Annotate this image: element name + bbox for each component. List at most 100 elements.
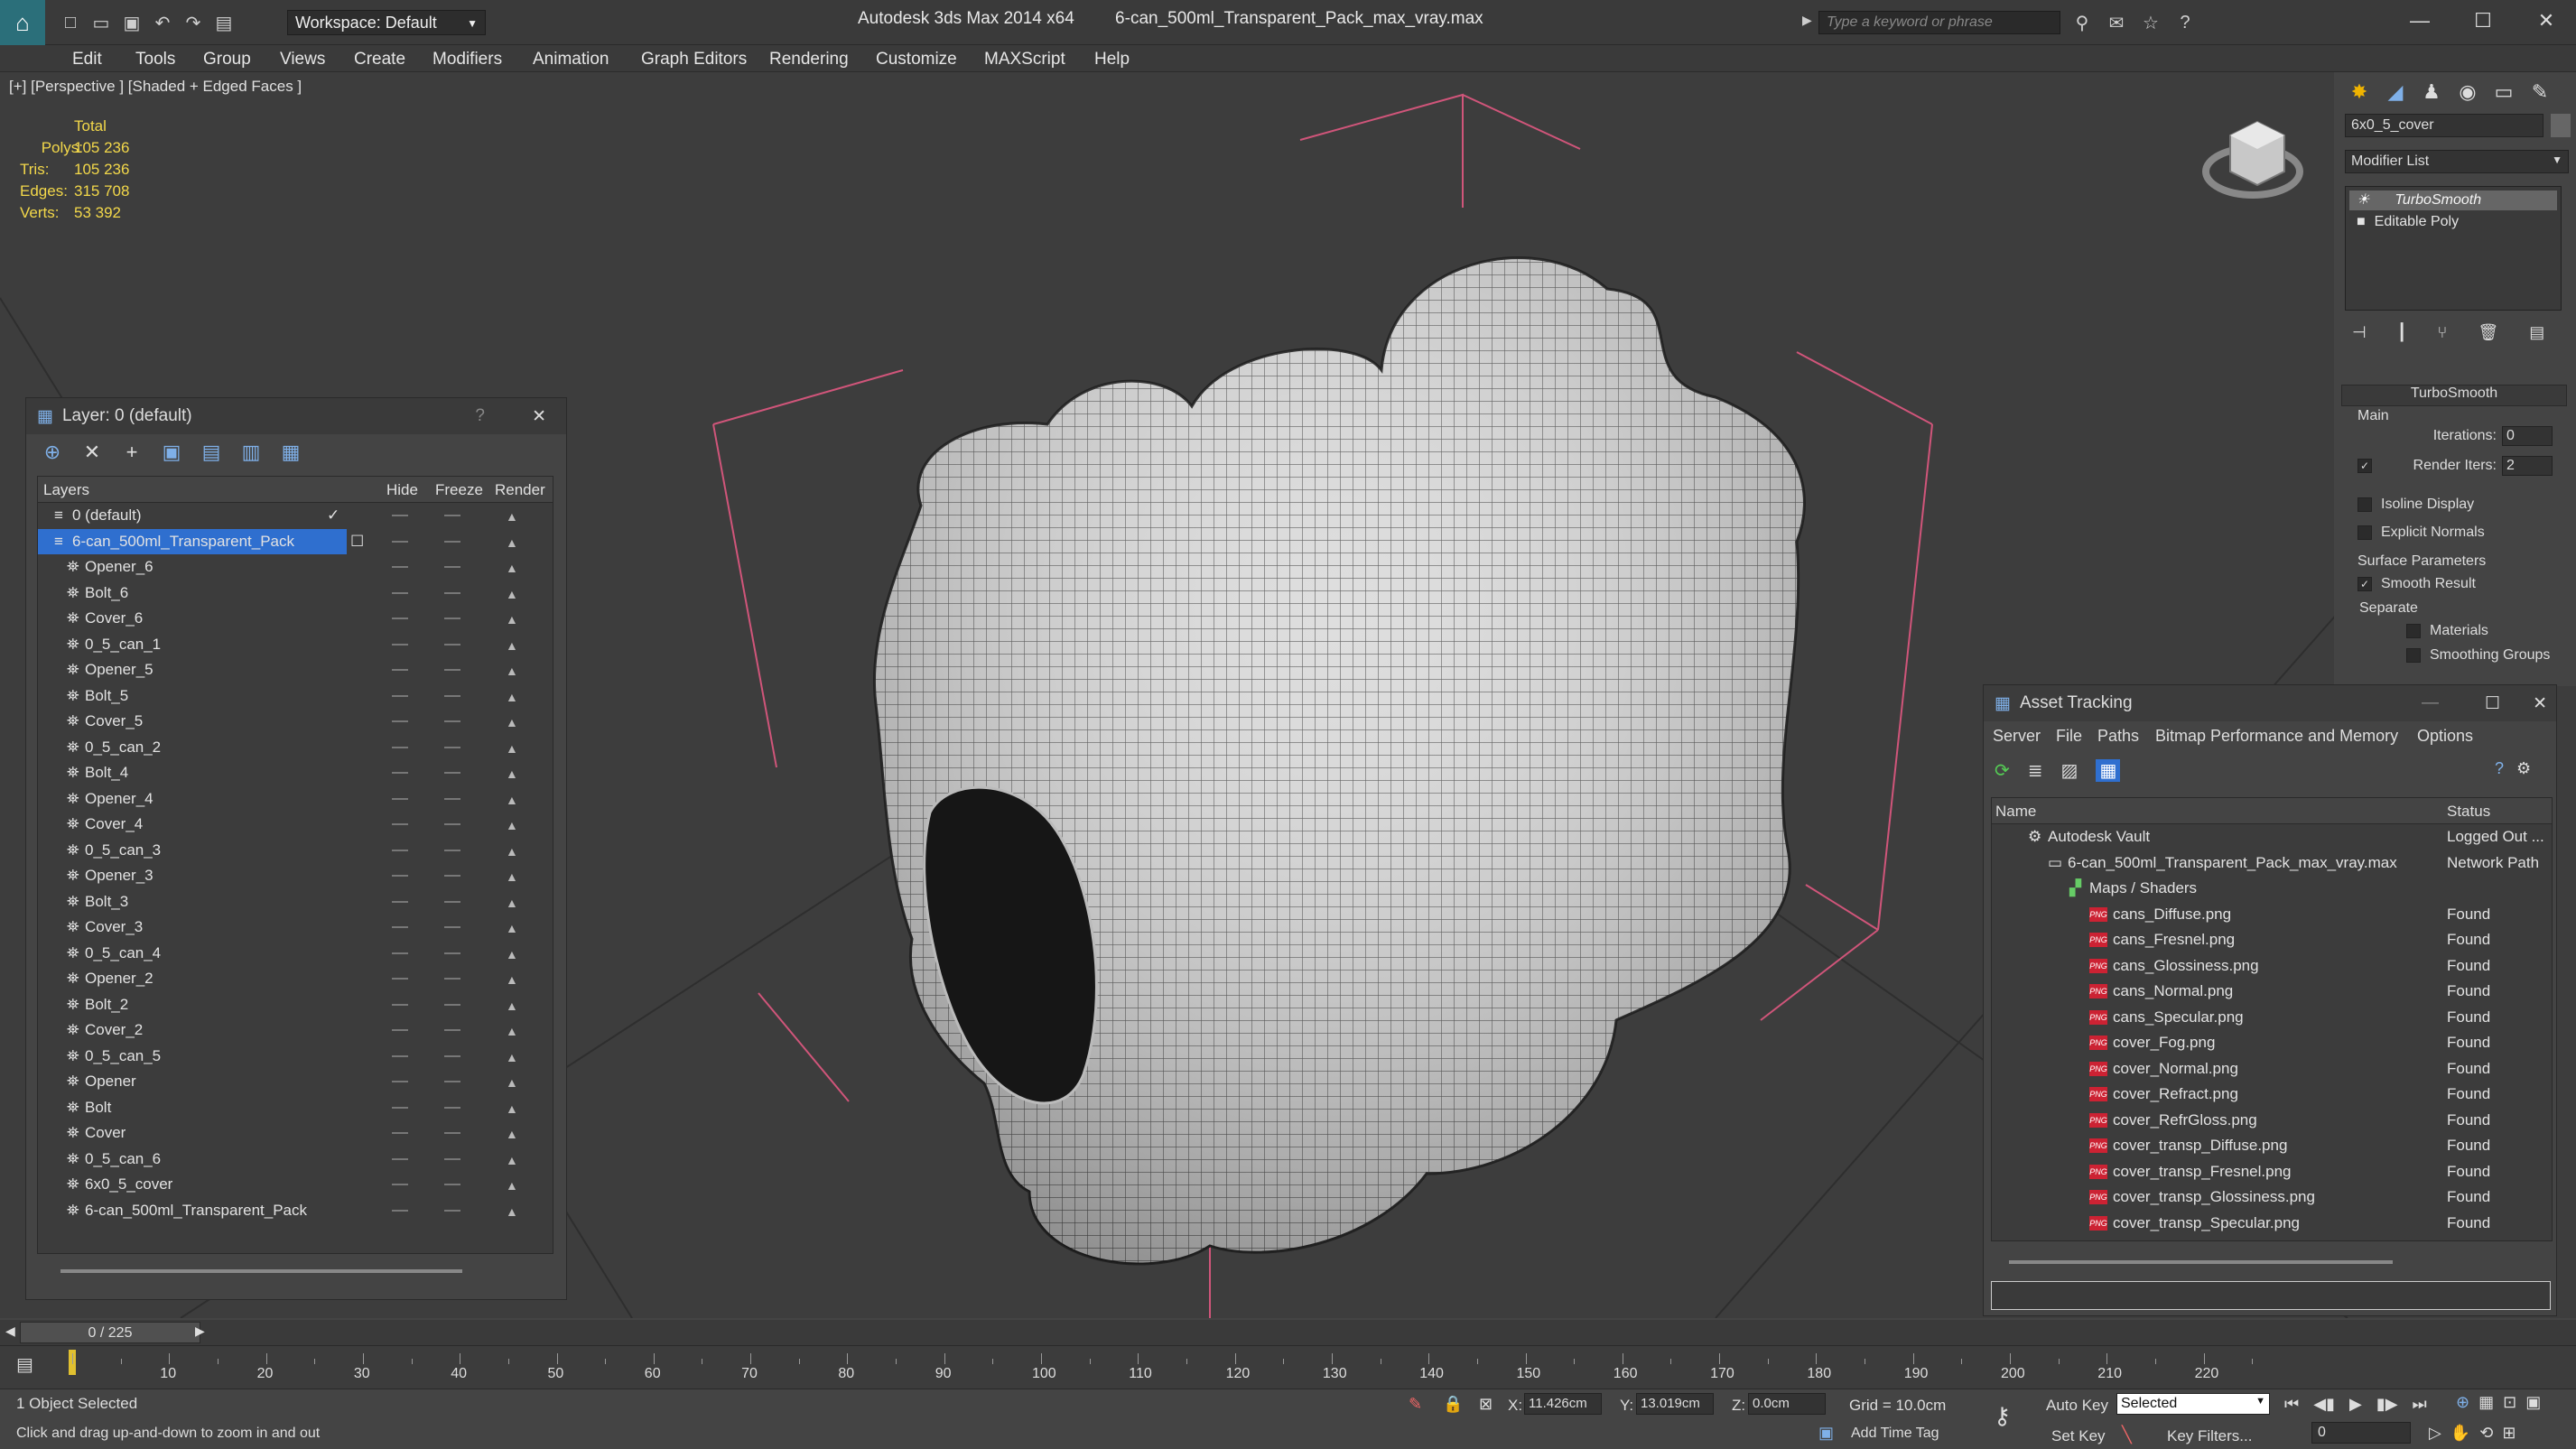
asset-row[interactable]: PNG cover_transp_Glossiness.png Found	[1992, 1184, 2552, 1211]
set-active-box-icon[interactable]: ☐	[350, 533, 364, 551]
menu-modifiers[interactable]: Modifiers	[432, 50, 502, 70]
previous-key-icon[interactable]: ◀▮	[2313, 1395, 2335, 1414]
modify-tab-icon[interactable]: ◢	[2377, 76, 2413, 108]
layer-row[interactable]: ⛯ Opener_3 ▲	[38, 863, 553, 889]
asset-row-max-file[interactable]: ▭ 6-can_500ml_Transparent_Pack_max_vray.…	[1992, 850, 2552, 877]
explicit-normals-checkbox[interactable]: Explicit Normals	[2357, 525, 2485, 541]
asset-path-field[interactable]	[1991, 1281, 2551, 1310]
hide-toggle[interactable]	[392, 1157, 408, 1160]
asset-row[interactable]: PNG cans_Diffuse.png Found	[1992, 902, 2552, 928]
open-file-icon[interactable]: ▭	[88, 10, 114, 35]
set-key-button[interactable]: Set Key	[2051, 1427, 2106, 1445]
highlight-layer-icon[interactable]: ▤	[200, 441, 223, 464]
render-teapot-icon[interactable]: ▲	[506, 844, 518, 859]
layer-row[interactable]: ⛯ Bolt_2 ▲	[38, 992, 553, 1018]
layer-row[interactable]: ⛯ 6x0_5_cover ▲	[38, 1172, 553, 1198]
hide-toggle[interactable]	[392, 1132, 408, 1134]
render-iters-spinner[interactable]: 2	[2502, 456, 2553, 476]
hide-toggle[interactable]	[392, 772, 408, 774]
render-teapot-icon[interactable]: ▲	[506, 896, 518, 910]
lightbulb-icon[interactable]: ☀	[2357, 192, 2369, 208]
object-name-field[interactable]: 6x0_5_cover	[2345, 114, 2543, 137]
asset-horizontal-scrollbar[interactable]	[2009, 1260, 2393, 1264]
freeze-toggle[interactable]	[444, 669, 460, 671]
time-slider-thumb[interactable]: 0 / 225	[20, 1322, 200, 1343]
layer-panel-header[interactable]: ▦ Layer: 0 (default) ? ✕	[26, 398, 566, 434]
asset-row[interactable]: PNG cover_transp_Diffuse.png Found	[1992, 1133, 2552, 1159]
render-teapot-icon[interactable]: ▲	[506, 818, 518, 832]
hide-toggle[interactable]	[392, 823, 408, 825]
menu-tools[interactable]: Tools	[135, 50, 175, 70]
freeze-toggle[interactable]	[444, 1209, 460, 1212]
asset-menu-bitmap[interactable]: Bitmap Performance and Memory	[2155, 727, 2398, 746]
go-to-end-icon[interactable]: ⏭	[2413, 1395, 2427, 1414]
layer-row[interactable]: ⛯ Cover ▲	[38, 1120, 553, 1147]
stack-item-turbosmooth[interactable]: ☀ TurboSmooth	[2349, 190, 2557, 210]
search-input[interactable]: Type a keyword or phrase	[1818, 11, 2060, 34]
freeze-toggle[interactable]	[444, 1081, 460, 1082]
hide-toggle[interactable]	[392, 566, 408, 568]
menu-graph-editors[interactable]: Graph Editors	[641, 50, 747, 70]
freeze-toggle[interactable]	[444, 720, 460, 722]
freeze-toggle[interactable]	[444, 746, 460, 748]
layer-row[interactable]: ⛯ Cover_3 ▲	[38, 915, 553, 941]
viewport-label[interactable]: [+] [Perspective ] [Shaded + Edged Faces…	[9, 78, 302, 96]
horizontal-scrollbar[interactable]	[60, 1269, 462, 1273]
z-coordinate-field[interactable]: 0.0cm	[1748, 1393, 1826, 1415]
freeze-toggle[interactable]	[444, 1184, 460, 1185]
app-logo-button[interactable]: ⌂	[0, 0, 45, 45]
project-folder-icon[interactable]: ▤	[211, 10, 237, 35]
display-tab-icon[interactable]: ▭	[2486, 76, 2522, 108]
asset-row[interactable]: PNG cans_Glossiness.png Found	[1992, 953, 2552, 980]
freeze-toggle[interactable]	[444, 875, 460, 877]
layer-row[interactable]: ⛯ 0_5_can_6 ▲	[38, 1147, 553, 1173]
walkthrough-icon[interactable]: ⊞	[2502, 1424, 2516, 1443]
prev-frame-icon[interactable]: ◀	[5, 1324, 15, 1339]
layer-row[interactable]: ⛯ Cover_5 ▲	[38, 709, 553, 735]
asset-menu-paths[interactable]: Paths	[2097, 727, 2139, 746]
render-teapot-icon[interactable]: ▲	[506, 612, 518, 627]
layer-row[interactable]: ⛯ 0_5_can_3 ▲	[38, 838, 553, 864]
layer-row[interactable]: ⛯ 0_5_can_5 ▲	[38, 1044, 553, 1070]
remove-modifier-icon[interactable]: 🗑	[2478, 323, 2498, 342]
set-key-mode-icon[interactable]: ╲	[2122, 1426, 2132, 1444]
freeze-toggle[interactable]	[444, 1132, 460, 1134]
play-icon[interactable]: ▶	[2349, 1395, 2362, 1414]
hide-toggle[interactable]	[392, 952, 408, 954]
hide-toggle[interactable]	[392, 978, 408, 980]
hide-toggle[interactable]	[392, 694, 408, 697]
current-frame-field[interactable]: 0	[2311, 1422, 2411, 1444]
pan-icon[interactable]: ✋	[2450, 1424, 2470, 1443]
hide-toggle[interactable]	[392, 746, 408, 748]
render-teapot-icon[interactable]: ▲	[506, 972, 518, 987]
render-teapot-icon[interactable]: ▲	[506, 793, 518, 807]
render-teapot-icon[interactable]: ▲	[506, 1153, 518, 1167]
turbosmooth-rollout-header[interactable]: TurboSmooth	[2341, 385, 2567, 406]
iterations-spinner[interactable]: 0	[2502, 426, 2553, 446]
asset-row[interactable]: PNG cover_Refract.png Found	[1992, 1082, 2552, 1108]
isoline-display-checkbox[interactable]: Isoline Display	[2357, 497, 2474, 513]
render-teapot-icon[interactable]: ▲	[506, 509, 518, 524]
render-teapot-icon[interactable]: ▲	[506, 1075, 518, 1090]
freeze-toggle[interactable]	[444, 618, 460, 619]
workspace-dropdown[interactable]: Workspace: Default ▼	[287, 10, 486, 35]
key-mode-dropdown[interactable]: Selected ▼	[2116, 1393, 2270, 1415]
hide-toggle[interactable]	[392, 926, 408, 928]
render-teapot-icon[interactable]: ▲	[506, 1204, 518, 1219]
render-teapot-icon[interactable]: ▲	[506, 999, 518, 1013]
field-of-view-icon[interactable]: ▷	[2429, 1424, 2441, 1443]
hide-toggle[interactable]	[392, 1003, 408, 1006]
maximize-icon[interactable]: ☐	[2485, 693, 2500, 714]
freeze-toggle[interactable]	[444, 1003, 460, 1006]
hide-toggle[interactable]	[392, 1184, 408, 1185]
layer-row[interactable]: ⛯ Bolt_6 ▲	[38, 581, 553, 607]
hide-toggle[interactable]	[392, 875, 408, 877]
maximize-button[interactable]: ☐	[2456, 5, 2510, 36]
freeze-toggle[interactable]	[444, 1054, 460, 1057]
layer-row[interactable]: ≡ 6-can_500ml_Transparent_Pack ☐ ▲	[38, 528, 553, 555]
layer-row[interactable]: ⛯ Cover_2 ▲	[38, 1017, 553, 1044]
stack-item-editable-poly[interactable]: ■ Editable Poly	[2349, 214, 2557, 234]
freeze-toggle[interactable]	[444, 823, 460, 825]
search-arrow-icon[interactable]: ▶	[1802, 13, 1812, 28]
layer-row[interactable]: ⛯ Bolt ▲	[38, 1095, 553, 1121]
